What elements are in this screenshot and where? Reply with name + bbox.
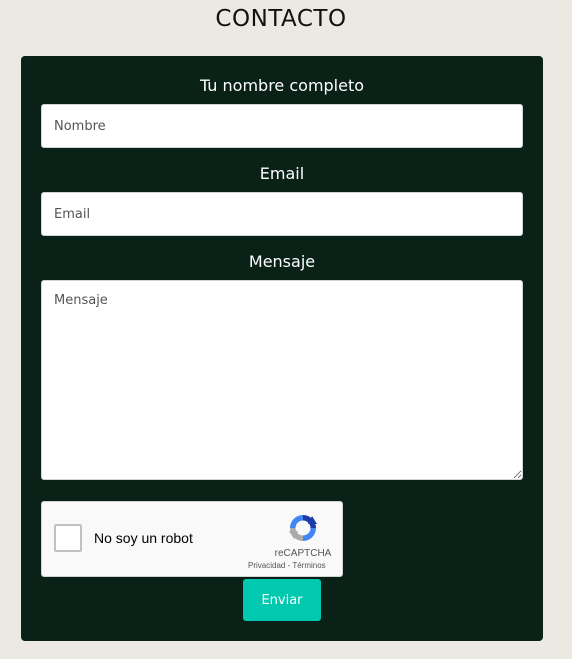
page-title: CONTACTO: [215, 6, 347, 32]
name-label: Tu nombre completo: [199, 76, 365, 95]
contact-form-panel: Tu nombre completo Email Mensaje No soy …: [21, 56, 543, 641]
email-input[interactable]: [41, 192, 523, 236]
submit-button[interactable]: Enviar: [243, 579, 321, 621]
recaptcha-checkbox-label: No soy un robot: [94, 530, 193, 546]
recaptcha-logo-icon: [289, 515, 317, 541]
terms-link[interactable]: Términos: [292, 561, 325, 570]
recaptcha-brand: reCAPTCHA: [274, 548, 332, 559]
privacy-link[interactable]: Privacidad: [248, 561, 285, 570]
message-textarea[interactable]: [41, 280, 523, 480]
recaptcha-widget: No soy un robot reCAPTCHA Privacidad - T…: [41, 501, 343, 577]
recaptcha-checkbox[interactable]: [54, 524, 82, 552]
page-right-edge: [572, 0, 576, 659]
recaptcha-links: Privacidad - Términos: [248, 561, 338, 570]
email-label: Email: [259, 164, 305, 183]
message-label: Mensaje: [248, 252, 316, 271]
name-input[interactable]: [41, 104, 523, 148]
